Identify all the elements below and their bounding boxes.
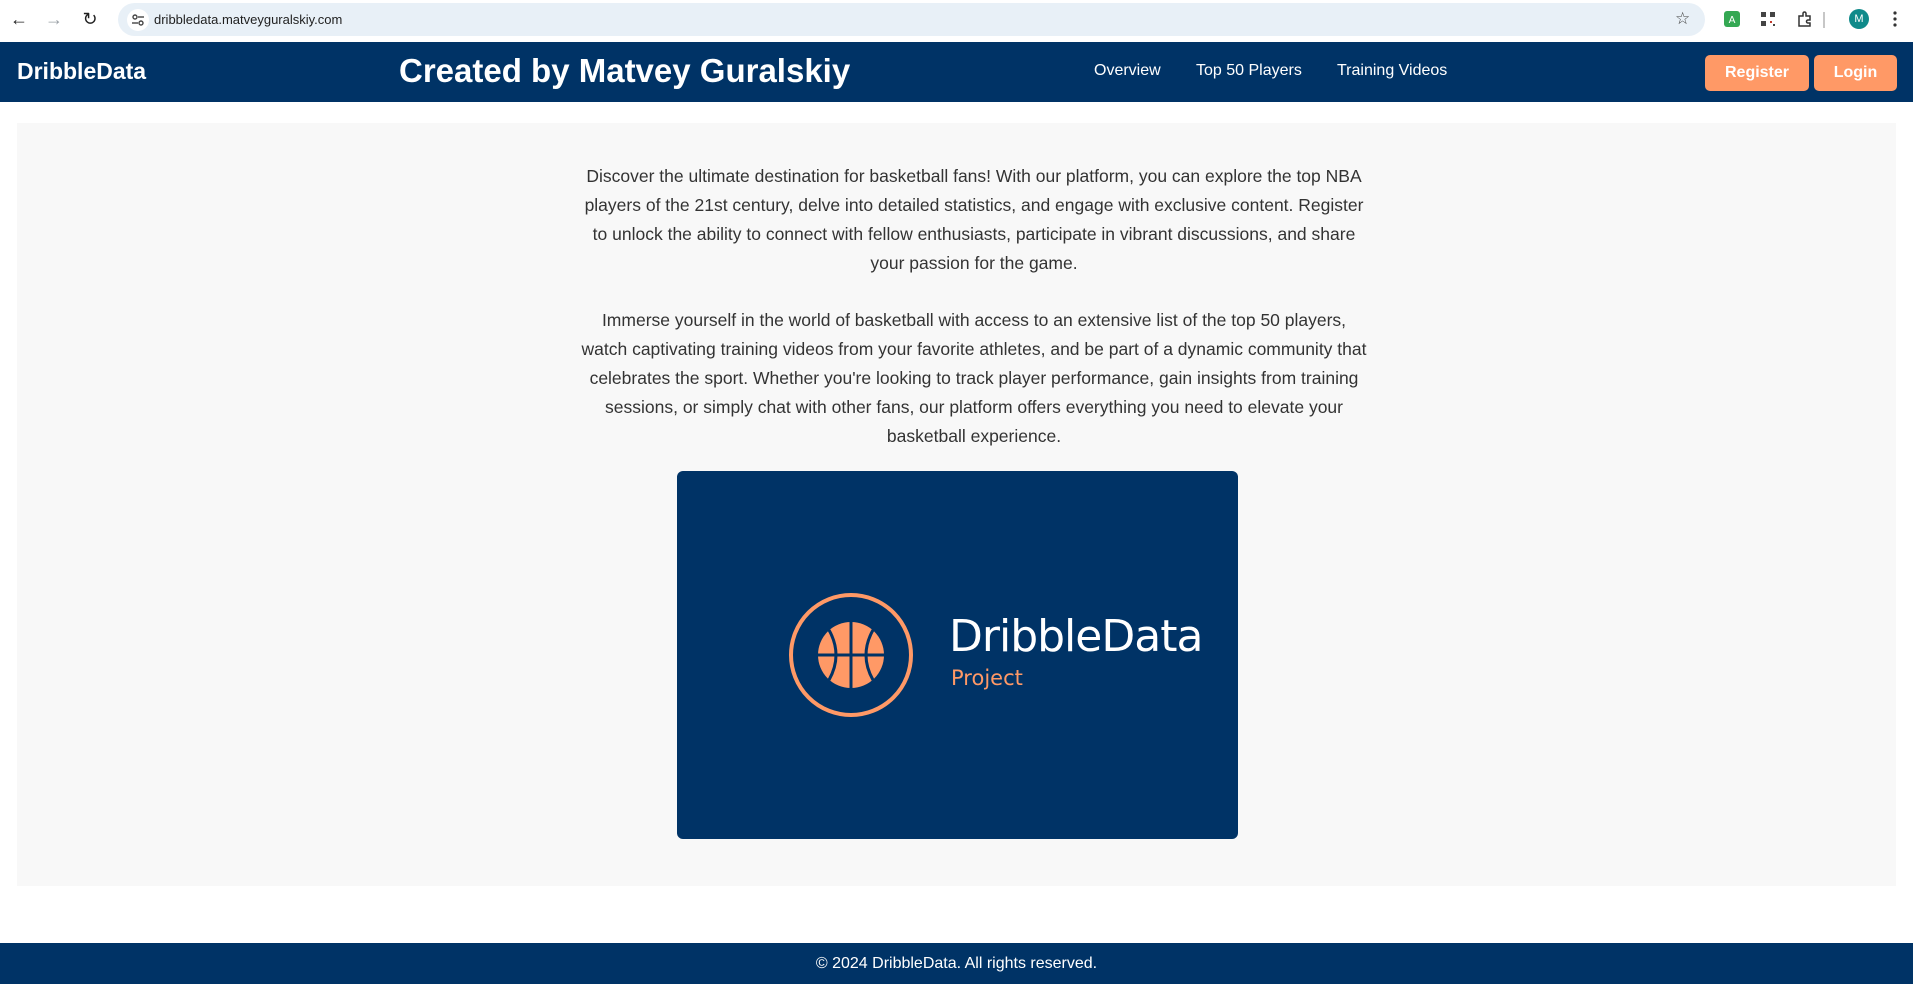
- browser-menu-icon[interactable]: [1885, 9, 1905, 29]
- profile-avatar[interactable]: M: [1849, 9, 1869, 29]
- page-title: Created by Matvey Guralskiy: [399, 52, 851, 89]
- nav-link-top-50-players[interactable]: Top 50 Players: [1196, 62, 1302, 80]
- bookmark-star-icon[interactable]: ☆: [1675, 10, 1693, 28]
- register-button[interactable]: Register: [1705, 55, 1809, 91]
- login-button[interactable]: Login: [1814, 55, 1897, 91]
- back-icon[interactable]: ←: [5, 5, 33, 33]
- hero-brand-name: DribbleData: [949, 611, 1203, 662]
- hero-logo-card: DribbleData Project: [677, 471, 1238, 839]
- address-bar[interactable]: dribbledata.matveyguralskiy.com ☆: [118, 3, 1705, 36]
- site-footer: © 2024 DribbleData. All rights reserved.: [0, 943, 1913, 984]
- extensions-puzzle-icon[interactable]: [1795, 9, 1815, 29]
- qr-code-extension-icon[interactable]: [1758, 9, 1778, 29]
- intro-paragraph-1: Discover the ultimate destination for ba…: [584, 166, 1364, 273]
- hero-brand-subtitle: Project: [951, 666, 1023, 690]
- url-text[interactable]: dribbledata.matveyguralskiy.com: [154, 12, 342, 27]
- site-info-icon[interactable]: [127, 9, 149, 31]
- browser-toolbar: ← → ↻ dribbledata.matveyguralskiy.com ☆ …: [0, 0, 1913, 40]
- reload-icon[interactable]: ↻: [76, 5, 104, 33]
- nav-link-training-videos[interactable]: Training Videos: [1337, 62, 1447, 80]
- translate-extension-icon[interactable]: A: [1722, 9, 1742, 29]
- svg-text:A: A: [1729, 15, 1736, 26]
- intro-paragraph-2: Immerse yourself in the world of basketb…: [581, 310, 1367, 446]
- main-content: Discover the ultimate destination for ba…: [17, 123, 1896, 886]
- nav-link-overview[interactable]: Overview: [1094, 62, 1161, 80]
- site-logo[interactable]: DribbleData: [17, 58, 146, 85]
- forward-icon[interactable]: →: [40, 5, 68, 33]
- copyright-text: © 2024 DribbleData. All rights reserved.: [815, 954, 1098, 972]
- site-header: DribbleData Created by Matvey Guralskiy …: [0, 42, 1913, 102]
- toolbar-divider: [1823, 12, 1825, 28]
